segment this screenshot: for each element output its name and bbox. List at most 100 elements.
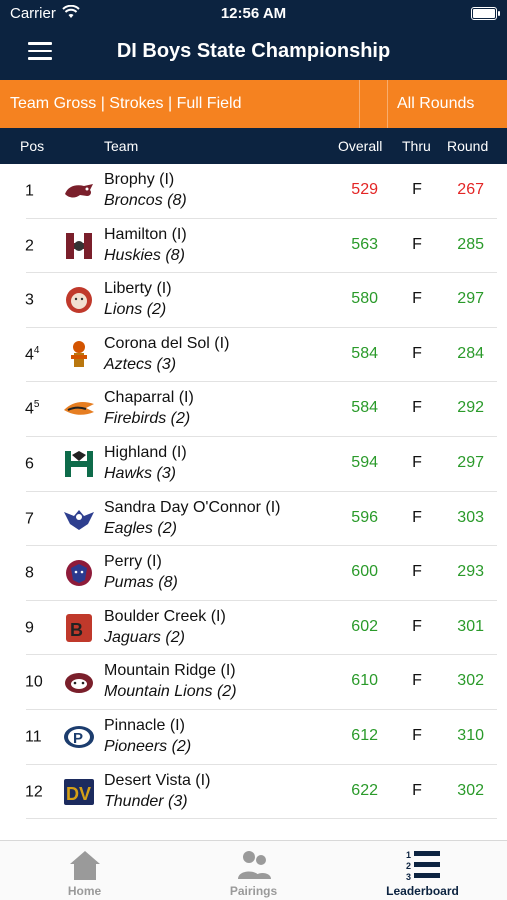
leaderboard-row[interactable]: 11 P Pinnacle (I) Pioneers (2) 612 F 310: [0, 710, 507, 765]
team-name: Liberty (I): [104, 280, 172, 298]
home-icon: [70, 851, 100, 880]
leaderboard-row[interactable]: 8 Perry (I) Pumas (8) 600 F 293: [0, 546, 507, 601]
leaderboard-row[interactable]: 3 Liberty (I) Lions (2) 580 F 297: [0, 273, 507, 328]
row-position: 1: [25, 182, 34, 200]
hawk-logo: [62, 447, 96, 481]
team-name: Brophy (I): [104, 171, 175, 188]
team-mascot: Pioneers (2): [104, 738, 192, 755]
page-title: DI Boys State Championship: [116, 40, 391, 62]
round-score: 302: [457, 781, 484, 799]
round-score: 267: [457, 181, 484, 198]
app-header: Carrier 12:56 AM DI Boys State Champions…: [0, 0, 507, 80]
leaderboard-column-header: Pos Team Overall Thru Round: [0, 128, 507, 164]
overall-score: 529: [351, 181, 378, 198]
leaderboard-icon: 1 2 3: [406, 850, 440, 882]
rounds-selector[interactable]: All Rounds: [389, 80, 507, 128]
battery-icon: [471, 7, 500, 20]
col-pos: Pos: [20, 138, 45, 154]
thru-status: F: [412, 508, 422, 526]
overall-score: 622: [351, 781, 378, 799]
svg-text:P: P: [73, 730, 83, 747]
row-position: 10: [25, 673, 43, 691]
firebird-logo: [62, 392, 96, 426]
team-mascot: Thunder (3): [104, 792, 188, 810]
col-overall: Overall: [338, 138, 383, 154]
tab-home[interactable]: Home: [0, 841, 169, 900]
team-mascot: Eagles (2): [104, 519, 177, 537]
overall-score: 580: [351, 290, 378, 308]
tab-leaderboard[interactable]: 1 2 3 Leaderboard: [338, 841, 507, 900]
pioneer-logo: P: [62, 720, 96, 754]
row-position: 12: [25, 782, 43, 800]
tab-pairings-label: Pairings: [229, 884, 278, 898]
round-score: 297: [457, 290, 484, 308]
overall-score: 594: [351, 454, 378, 471]
filter-divider: [360, 80, 388, 128]
leaderboard-row[interactable]: 6 Highland (I) Hawks (3) 594 F 297: [0, 437, 507, 492]
thru-status: F: [412, 563, 422, 581]
svg-text:2: 2: [406, 861, 411, 871]
round-score: 285: [457, 235, 484, 253]
team-mascot: Aztecs (3): [104, 355, 177, 373]
tab-pairings[interactable]: Pairings: [169, 841, 338, 900]
thunder-logo: DV: [62, 775, 96, 809]
thru-status: F: [412, 617, 422, 635]
round-score: 301: [457, 617, 484, 635]
overall-score: 584: [351, 344, 378, 362]
leaderboard-row[interactable]: 45 Chaparral (I) Firebirds (2) 584 F 292: [0, 382, 507, 437]
team-mascot: Hawks (3): [104, 465, 177, 482]
eagle-logo: [62, 502, 96, 536]
col-round: Round: [447, 138, 489, 154]
row-position: 6: [25, 455, 34, 473]
svg-text:3: 3: [406, 872, 411, 882]
leaderboard-row[interactable]: 9 B Boulder Creek (I) Jaguars (2) 602 F 301: [0, 601, 507, 656]
team-mascot: Pumas (8): [104, 574, 178, 592]
status-time: 12:56 AM: [220, 5, 287, 22]
team-name: Boulder Creek (I): [104, 607, 226, 625]
tab-leaderboard-label: Leaderboard: [386, 884, 459, 898]
leaderboard-row[interactable]: 44 Corona del Sol (I) Aztecs (3) 584 F 284: [0, 328, 507, 383]
overall-score: 596: [351, 508, 378, 526]
leaderboard-row[interactable]: 1 Brophy (I) Broncos (8) 529 F 267: [0, 164, 507, 219]
team-mascot: Jaguars (2): [104, 628, 185, 646]
scoring-view-selector[interactable]: Team Gross | Strokes | Full Field: [0, 80, 360, 128]
round-score: 284: [457, 344, 484, 362]
round-score: 303: [457, 508, 484, 526]
aztec-logo: [62, 338, 96, 372]
team-name: Desert Vista (I): [104, 771, 211, 789]
team-name: Chaparral (I): [104, 389, 194, 407]
thru-status: F: [412, 672, 422, 690]
round-score: 292: [457, 399, 484, 417]
leaderboard-row[interactable]: 12 DV Desert Vista (I) Thunder (3) 622 F 302: [0, 765, 507, 820]
pairings-icon: [238, 851, 271, 879]
filter-bar: Team Gross | Strokes | Full Field All Ro…: [0, 80, 507, 128]
row-position: 44: [25, 344, 40, 364]
row-position: 11: [25, 728, 42, 746]
col-thru: Thru: [402, 138, 431, 154]
team-mascot: Broncos (8): [104, 192, 187, 209]
tab-home-label: Home: [67, 884, 102, 898]
bronco-logo: [62, 174, 96, 208]
overall-score: 610: [351, 672, 378, 690]
svg-text:1: 1: [406, 850, 411, 860]
team-name: Hamilton (I): [104, 225, 187, 243]
overall-score: 612: [351, 727, 378, 744]
team-name: Sandra Day O'Connor (I): [104, 498, 281, 516]
team-name: Perry (I): [104, 553, 162, 571]
team-name: Pinnacle (I): [104, 717, 185, 734]
leaderboard-row[interactable]: 2 Hamilton (I) Huskies (8) 563 F 285: [0, 219, 507, 274]
row-position: 2: [25, 236, 34, 254]
tab-bar: Home Pairings 1 2 3 Leaderboard: [0, 840, 507, 900]
lion-logo: [62, 283, 96, 317]
team-mascot: Mountain Lions (2): [104, 683, 237, 701]
row-position: 7: [25, 509, 34, 527]
thru-status: F: [412, 399, 422, 417]
team-name: Highland (I): [104, 444, 187, 461]
svg-text:B: B: [70, 620, 83, 640]
leaderboard-row[interactable]: 7 Sandra Day O'Connor (I) Eagles (2) 596 F 30…: [0, 492, 507, 547]
puma-logo: [62, 556, 96, 590]
overall-score: 602: [351, 617, 378, 635]
leaderboard-row[interactable]: 10 Mountain Ridge (I) Mountain Lions (2) 61…: [0, 655, 507, 710]
thru-status: F: [412, 181, 422, 198]
thru-status: F: [412, 727, 422, 744]
